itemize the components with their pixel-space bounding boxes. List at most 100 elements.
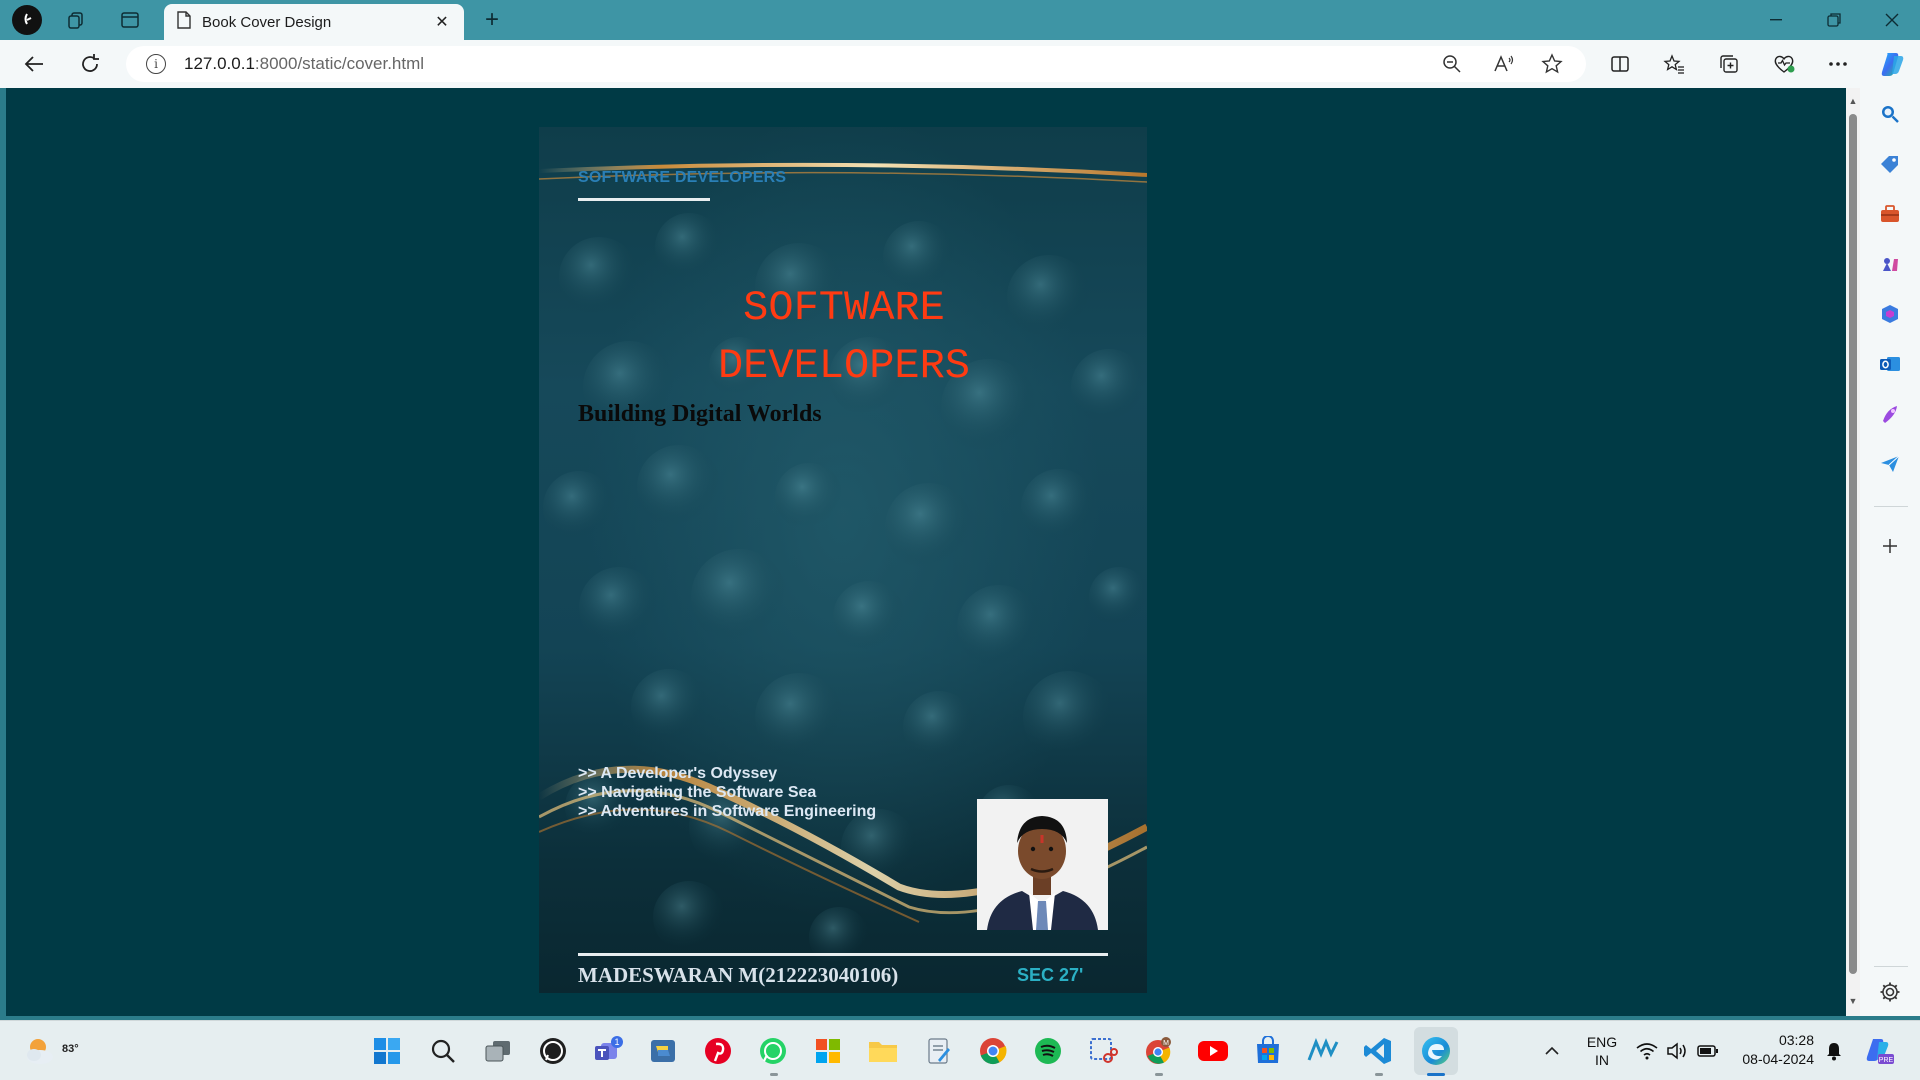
collections-icon[interactable] — [1711, 48, 1747, 80]
top-divider — [578, 198, 710, 201]
sidebar-search-icon[interactable] — [1878, 102, 1902, 126]
bullet-item: >> Adventures in Software Engineering — [578, 803, 877, 820]
language-region: IN — [1595, 1052, 1609, 1068]
tab-book-cover-design[interactable]: Book Cover Design ✕ — [164, 4, 464, 40]
copilot-icon[interactable] — [1874, 48, 1910, 80]
more-options-icon[interactable] — [1820, 48, 1856, 80]
sidebar-divider — [1874, 506, 1908, 507]
cover-title-line-1: SOFTWARE — [743, 284, 945, 332]
task-view-icon[interactable] — [482, 1035, 514, 1067]
cover-title: SOFTWARE DEVELOPERS — [619, 279, 1069, 395]
language-code: ENG — [1586, 1034, 1618, 1050]
drop-send-icon[interactable] — [1878, 452, 1902, 476]
author-name: MADESWARAN M(212223040106) — [578, 963, 899, 987]
outlook-icon[interactable] — [1878, 352, 1902, 376]
start-button-icon[interactable] — [371, 1035, 403, 1067]
back-icon[interactable] — [16, 48, 52, 80]
refresh-icon[interactable] — [72, 48, 108, 80]
file-explorer-icon[interactable] — [867, 1035, 899, 1067]
edge-icon[interactable] — [1420, 1035, 1452, 1067]
running-indicator — [1375, 1073, 1383, 1076]
teams-icon[interactable]: 1 — [592, 1035, 624, 1067]
browser-essentials-icon[interactable] — [1766, 48, 1802, 80]
bullet-item: >> Navigating the Software Sea — [578, 784, 817, 801]
system-clock[interactable]: 03:28 08-04-2024 — [1730, 1031, 1814, 1069]
show-hidden-icons-chevron-up-icon[interactable] — [1542, 1041, 1562, 1061]
input-language[interactable]: ENG IN — [1580, 1033, 1624, 1069]
chrome-icon[interactable] — [977, 1035, 1009, 1067]
whatsapp-desktop-icon[interactable] — [537, 1035, 569, 1067]
tools-icon[interactable] — [1878, 202, 1902, 226]
volume-icon[interactable] — [1666, 1041, 1688, 1061]
favorite-star-icon[interactable] — [1540, 52, 1564, 76]
games-icon[interactable] — [1878, 252, 1902, 276]
restore-icon[interactable] — [1806, 0, 1862, 40]
sidebar-settings-icon[interactable] — [1878, 980, 1902, 1004]
add-sidebar-app-icon[interactable] — [1878, 534, 1902, 558]
vertical-tabs-icon[interactable] — [112, 4, 148, 36]
notification-bell-icon[interactable] — [1824, 1041, 1844, 1061]
clock-time: 03:28 — [1778, 1032, 1814, 1048]
battery-icon[interactable] — [1697, 1041, 1719, 1061]
site-info-icon[interactable]: i — [146, 54, 166, 74]
split-screen-icon[interactable] — [1602, 48, 1638, 80]
zoom-out-icon[interactable] — [1440, 52, 1464, 76]
chrome-profile-icon[interactable]: M — [1142, 1035, 1174, 1067]
favorites-icon[interactable] — [1656, 48, 1692, 80]
workspaces-icon[interactable] — [58, 4, 94, 36]
page-scrollbar[interactable]: ▲ ▼ — [1846, 88, 1860, 1016]
taskbar-search-icon[interactable] — [427, 1035, 459, 1067]
profile-avatar-icon[interactable] — [12, 5, 42, 35]
weather-temperature: 83° — [62, 1043, 79, 1055]
edge-sidebar — [1860, 88, 1920, 1016]
minimize-icon[interactable] — [1748, 0, 1804, 40]
copilot-preview-badge: PRE — [1879, 1057, 1894, 1064]
close-tab-icon[interactable]: ✕ — [432, 12, 452, 32]
youtube-icon[interactable] — [1197, 1035, 1229, 1067]
wifi-icon[interactable] — [1636, 1041, 1658, 1061]
page-viewport: SOFTWARE DEVELOPERS SOFTWARE DEVELOPERS … — [6, 88, 1846, 1016]
designer-icon[interactable] — [1878, 402, 1902, 426]
url-text[interactable]: 127.0.0.1:8000/static/cover.html — [184, 54, 424, 74]
pinterest-icon[interactable] — [702, 1035, 734, 1067]
cover-bullets: >> A Developer's Odyssey >> Navigating t… — [578, 764, 876, 821]
notepad-icon[interactable] — [922, 1035, 954, 1067]
microsoft-store-icon[interactable] — [1252, 1035, 1284, 1067]
weather-widget[interactable]: 83° — [22, 1033, 79, 1069]
bottom-divider — [578, 953, 1108, 956]
cover-title-line-2: DEVELOPERS — [717, 342, 971, 390]
spotify-icon[interactable] — [1032, 1035, 1064, 1067]
read-aloud-icon[interactable] — [1492, 52, 1516, 76]
sidebar-divider — [1874, 966, 1908, 967]
page-icon — [176, 10, 192, 34]
running-indicator — [770, 1073, 778, 1076]
running-indicator-active — [1427, 1073, 1445, 1076]
shopping-icon[interactable] — [1878, 152, 1902, 176]
snipping-tool-icon[interactable] — [1087, 1035, 1119, 1067]
scroll-down-icon[interactable]: ▼ — [1848, 996, 1858, 1006]
tab-title: Book Cover Design — [202, 13, 332, 31]
scroll-up-icon[interactable]: ▲ — [1848, 96, 1858, 106]
cover-top-label: SOFTWARE DEVELOPERS — [578, 169, 787, 186]
book-cover: SOFTWARE DEVELOPERS SOFTWARE DEVELOPERS … — [539, 127, 1147, 993]
weather-icon — [27, 1039, 53, 1064]
copilot-tray-icon[interactable]: PRE — [1864, 1037, 1894, 1065]
close-window-icon[interactable] — [1864, 0, 1920, 40]
maven-app-icon[interactable] — [1307, 1035, 1339, 1067]
browser-toolbar: i 127.0.0.1:8000/static/cover.html — [0, 40, 1920, 88]
whatsapp-icon[interactable] — [757, 1035, 789, 1067]
section-label: SEC 27' — [1017, 965, 1084, 985]
microsoft-365-icon[interactable] — [1878, 302, 1902, 326]
cover-subtitle: Building Digital Worlds — [578, 401, 822, 427]
browser-titlebar: Book Cover Design ✕ + — [0, 0, 1920, 40]
store-apps-icon[interactable] — [812, 1035, 844, 1067]
scroll-thumb[interactable] — [1849, 114, 1857, 974]
python-icon[interactable] — [647, 1035, 679, 1067]
vscode-icon[interactable] — [1362, 1035, 1394, 1067]
windows-taskbar: 83° 1 M ENG IN 03:28 08-04-2024 PRE — [0, 1020, 1920, 1080]
new-tab-button[interactable]: + — [474, 4, 510, 36]
gmail-badge: M — [1163, 1040, 1169, 1047]
running-indicator — [1155, 1073, 1163, 1076]
teams-badge: 1 — [614, 1037, 619, 1047]
address-bar[interactable]: i 127.0.0.1:8000/static/cover.html — [126, 46, 1586, 82]
